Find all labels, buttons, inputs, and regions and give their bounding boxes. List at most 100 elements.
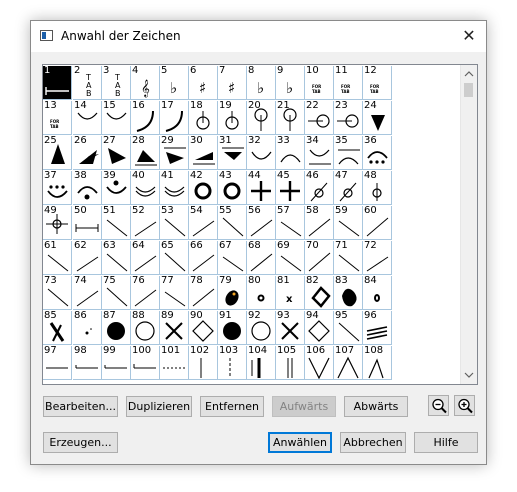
select-button[interactable]: Anwählen bbox=[268, 432, 332, 453]
symbol-cell-24[interactable]: 24 bbox=[363, 101, 392, 135]
symbol-cell-50[interactable]: 50 bbox=[73, 206, 102, 240]
symbol-cell-89[interactable]: 89 bbox=[160, 311, 189, 345]
symbol-cell-80[interactable]: 80 bbox=[247, 276, 276, 310]
symbol-cell-108[interactable]: 108 bbox=[363, 346, 392, 380]
move-up-button[interactable]: Aufwärts bbox=[272, 396, 336, 417]
symbol-cell-44[interactable]: 44 bbox=[247, 171, 276, 205]
symbol-cell-36[interactable]: 36 bbox=[363, 136, 392, 170]
cancel-button[interactable]: Abbrechen bbox=[340, 432, 406, 453]
symbol-cell-51[interactable]: 51 bbox=[102, 206, 131, 240]
symbol-cell-47[interactable]: 47 bbox=[334, 171, 363, 205]
symbol-cell-48[interactable]: 48 bbox=[363, 171, 392, 205]
symbol-cell-106[interactable]: 106 bbox=[305, 346, 334, 380]
symbol-cell-62[interactable]: 62 bbox=[73, 241, 102, 275]
symbol-cell-56[interactable]: 56 bbox=[247, 206, 276, 240]
symbol-cell-76[interactable]: 76 bbox=[131, 276, 160, 310]
symbol-cell-20[interactable]: 20 bbox=[247, 101, 276, 135]
symbol-cell-63[interactable]: 63 bbox=[102, 241, 131, 275]
symbol-cell-5[interactable]: ♭ 5 bbox=[160, 66, 189, 100]
symbol-cell-43[interactable]: 43 bbox=[218, 171, 247, 205]
symbol-cell-102[interactable]: 102 bbox=[189, 346, 218, 380]
symbol-cell-39[interactable]: 39 bbox=[102, 171, 131, 205]
symbol-cell-10[interactable]: FOR TAB 10 bbox=[305, 66, 334, 100]
zoom-out-button[interactable] bbox=[428, 395, 449, 416]
edit-button[interactable]: Bearbeiten... bbox=[43, 396, 118, 417]
symbol-cell-96[interactable]: 96 bbox=[363, 311, 392, 345]
create-button[interactable]: Erzeugen... bbox=[43, 432, 118, 453]
symbol-cell-7[interactable]: ♯ 7 bbox=[218, 66, 247, 100]
symbol-cell-41[interactable]: 41 bbox=[160, 171, 189, 205]
symbol-cell-60[interactable]: 60 bbox=[363, 206, 392, 240]
symbol-cell-22[interactable]: 22 bbox=[305, 101, 334, 135]
symbol-cell-101[interactable]: 101 bbox=[160, 346, 189, 380]
symbol-cell-31[interactable]: 31 bbox=[218, 136, 247, 170]
zoom-in-button[interactable] bbox=[454, 395, 475, 416]
symbol-cell-99[interactable]: 99 bbox=[102, 346, 131, 380]
symbol-cell-82[interactable]: 82 bbox=[305, 276, 334, 310]
duplicate-button[interactable]: Duplizieren bbox=[126, 396, 192, 417]
symbol-cell-13[interactable]: FOR TAB 13 bbox=[43, 101, 72, 135]
chevron-down-icon[interactable] bbox=[461, 367, 477, 383]
chevron-up-icon[interactable] bbox=[461, 66, 477, 82]
symbol-cell-23[interactable]: 23 bbox=[334, 101, 363, 135]
symbol-cell-65[interactable]: 65 bbox=[160, 241, 189, 275]
symbol-cell-8[interactable]: ♭ 8 bbox=[247, 66, 276, 100]
symbol-cell-66[interactable]: 66 bbox=[189, 241, 218, 275]
symbol-cell-25[interactable]: 25 bbox=[43, 136, 72, 170]
symbol-cell-71[interactable]: 71 bbox=[334, 241, 363, 275]
symbol-cell-27[interactable]: 27 bbox=[102, 136, 131, 170]
symbol-cell-78[interactable]: 78 bbox=[189, 276, 218, 310]
symbol-cell-59[interactable]: 59 bbox=[334, 206, 363, 240]
symbol-cell-98[interactable]: 98 bbox=[73, 346, 102, 380]
symbol-cell-49[interactable]: 49 bbox=[43, 206, 72, 240]
symbol-cell-87[interactable]: 87 bbox=[102, 311, 131, 345]
symbol-cell-9[interactable]: ♭ 9 bbox=[276, 66, 305, 100]
symbol-cell-46[interactable]: 46 bbox=[305, 171, 334, 205]
symbol-cell-35[interactable]: 35 bbox=[334, 136, 363, 170]
symbol-cell-2[interactable]: TAB2 bbox=[73, 66, 102, 100]
symbol-cell-97[interactable]: 97 bbox=[43, 346, 72, 380]
symbol-cell-100[interactable]: 100 bbox=[131, 346, 160, 380]
symbol-cell-1[interactable]: 1 bbox=[43, 66, 72, 100]
symbol-cell-61[interactable]: 61 bbox=[43, 241, 72, 275]
symbol-cell-55[interactable]: 55 bbox=[218, 206, 247, 240]
symbol-cell-92[interactable]: 92 bbox=[247, 311, 276, 345]
symbol-cell-18[interactable]: 18 bbox=[189, 101, 218, 135]
symbol-cell-53[interactable]: 53 bbox=[160, 206, 189, 240]
symbol-cell-84[interactable]: 84 bbox=[363, 276, 392, 310]
symbol-cell-32[interactable]: 32 bbox=[247, 136, 276, 170]
symbol-cell-26[interactable]: 26 bbox=[73, 136, 102, 170]
symbol-cell-88[interactable]: 88 bbox=[131, 311, 160, 345]
symbol-cell-34[interactable]: 34 bbox=[305, 136, 334, 170]
symbol-cell-83[interactable]: 83 bbox=[334, 276, 363, 310]
symbol-cell-38[interactable]: 38 bbox=[73, 171, 102, 205]
symbol-cell-12[interactable]: FOR TAB 12 bbox=[363, 66, 392, 100]
symbol-cell-30[interactable]: 30 bbox=[189, 136, 218, 170]
symbol-cell-86[interactable]: 86 bbox=[73, 311, 102, 345]
symbol-cell-77[interactable]: 77 bbox=[160, 276, 189, 310]
scrollbar-thumb[interactable] bbox=[464, 83, 473, 97]
help-button[interactable]: Hilfe bbox=[414, 432, 478, 453]
symbol-cell-37[interactable]: 37 bbox=[43, 171, 72, 205]
symbol-cell-81[interactable]: x 81 bbox=[276, 276, 305, 310]
symbol-cell-54[interactable]: 54 bbox=[189, 206, 218, 240]
symbol-cell-15[interactable]: 15 bbox=[102, 101, 131, 135]
vertical-scrollbar[interactable] bbox=[460, 65, 477, 384]
symbol-cell-93[interactable]: 93 bbox=[276, 311, 305, 345]
symbol-cell-105[interactable]: 105 bbox=[276, 346, 305, 380]
symbol-cell-79[interactable]: 79 bbox=[218, 276, 247, 310]
symbol-cell-72[interactable]: 72 bbox=[363, 241, 392, 275]
symbol-cell-69[interactable]: 69 bbox=[276, 241, 305, 275]
symbol-cell-6[interactable]: ♯ 6 bbox=[189, 66, 218, 100]
symbol-cell-4[interactable]: 𝄞 4 bbox=[131, 66, 160, 100]
close-button[interactable]: ✕ bbox=[452, 21, 486, 52]
symbol-cell-104[interactable]: 104 bbox=[247, 346, 276, 380]
symbol-cell-91[interactable]: 91 bbox=[218, 311, 247, 345]
symbol-cell-57[interactable]: 57 bbox=[276, 206, 305, 240]
symbol-cell-19[interactable]: 19 bbox=[218, 101, 247, 135]
symbol-cell-70[interactable]: 70 bbox=[305, 241, 334, 275]
symbol-cell-45[interactable]: 45 bbox=[276, 171, 305, 205]
move-down-button[interactable]: Abwärts bbox=[344, 396, 408, 417]
symbol-cell-103[interactable]: 103 bbox=[218, 346, 247, 380]
symbol-cell-21[interactable]: 21 bbox=[276, 101, 305, 135]
